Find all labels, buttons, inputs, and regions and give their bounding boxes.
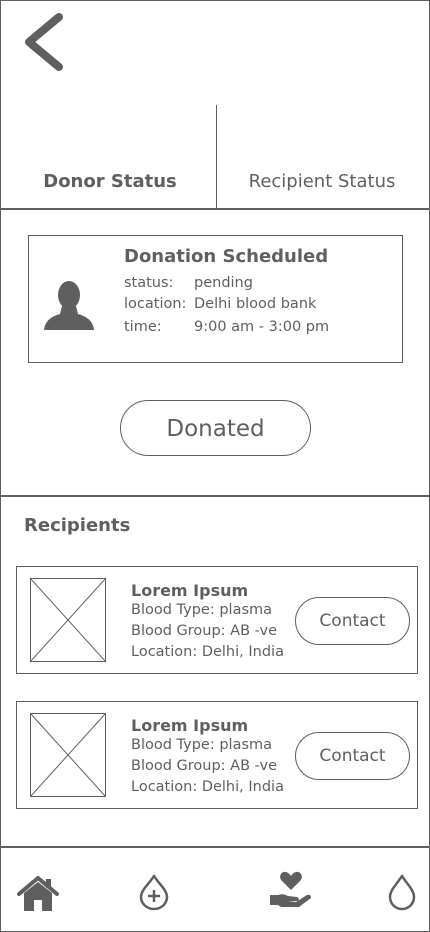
recipient-blood-group: Blood Group: AB -ve	[131, 623, 277, 639]
status-value: pending	[194, 275, 253, 291]
contact-button[interactable]: Contact	[295, 597, 410, 645]
image-placeholder-icon	[30, 713, 106, 797]
tab-donor-status[interactable]: Donor Status	[3, 171, 217, 192]
recipient-location: Location: Delhi, India	[131, 779, 284, 795]
status-label: status:	[124, 275, 174, 291]
location-label: location:	[124, 296, 187, 312]
divider	[1, 208, 430, 210]
person-icon	[44, 281, 94, 330]
recipient-blood-type: Blood Type: plasma	[131, 602, 273, 618]
chevron-left-icon	[25, 13, 63, 71]
recipient-location: Location: Delhi, India	[131, 644, 284, 660]
bottom-nav-divider	[1, 846, 430, 848]
location-value: Delhi blood bank	[194, 296, 317, 312]
recipient-name: Lorem Ipsum	[131, 716, 249, 735]
recipients-title: Recipients	[24, 515, 131, 536]
donated-button[interactable]: Donated	[120, 400, 311, 456]
donate-hand-heart-icon[interactable]	[269, 870, 313, 910]
donation-card: Donation Scheduled status: pending locat…	[28, 235, 403, 363]
home-icon[interactable]	[17, 875, 59, 913]
image-placeholder-icon	[30, 578, 106, 662]
divider	[1, 495, 430, 497]
time-label: time:	[124, 319, 162, 335]
back-button[interactable]	[17, 11, 73, 73]
tabs-divider	[216, 105, 217, 209]
app-frame: Donor Status Recipient Status Donation S…	[0, 0, 430, 932]
recipient-blood-type: Blood Type: plasma	[131, 737, 273, 753]
contact-button[interactable]: Contact	[295, 732, 410, 780]
recipient-card: Lorem Ipsum Blood Type: plasma Blood Gro…	[16, 566, 418, 674]
add-drop-icon[interactable]	[138, 873, 170, 911]
tab-recipient-status[interactable]: Recipient Status	[215, 171, 429, 192]
donation-title: Donation Scheduled	[124, 246, 329, 267]
recipient-name: Lorem Ipsum	[131, 581, 249, 600]
recipient-blood-group: Blood Group: AB -ve	[131, 758, 277, 774]
time-value: 9:00 am - 3:00 pm	[194, 319, 330, 335]
recipient-card: Lorem Ipsum Blood Type: plasma Blood Gro…	[16, 701, 418, 809]
blood-drop-icon[interactable]	[387, 873, 417, 911]
